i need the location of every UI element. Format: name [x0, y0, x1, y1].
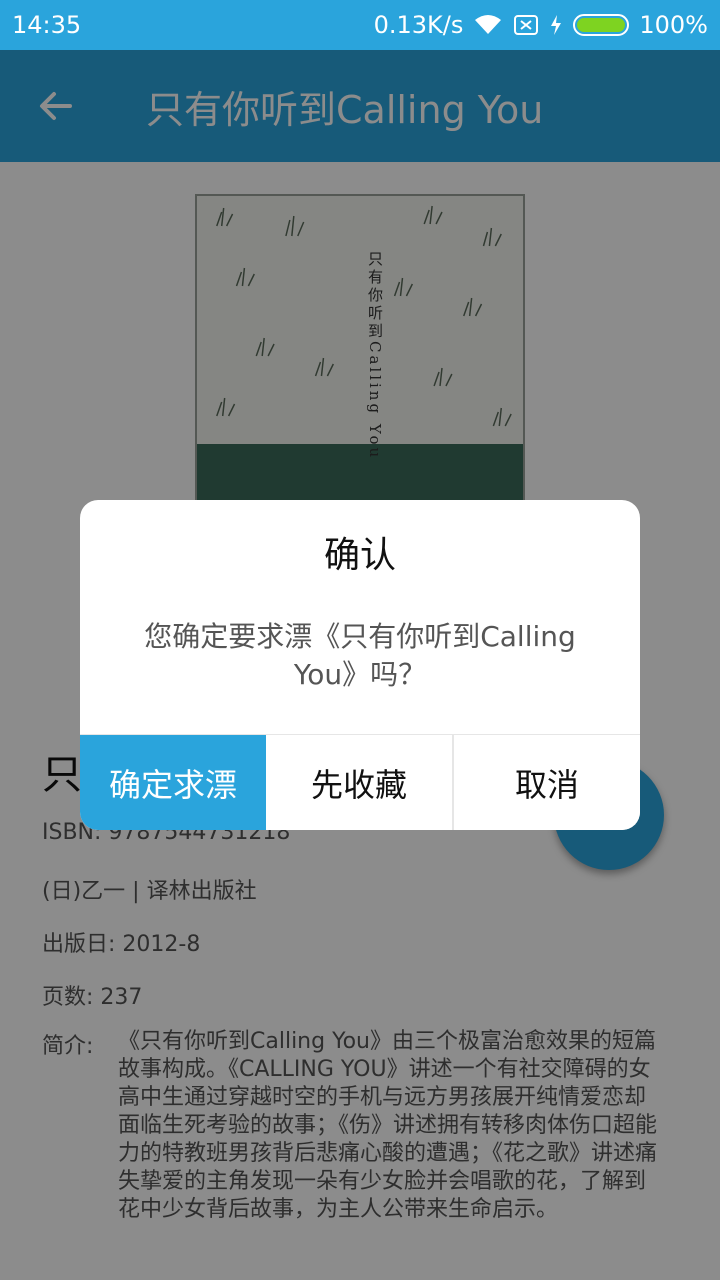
- dialog-button-row: 确定求漂 先收藏 取消: [80, 734, 640, 830]
- cancel-button[interactable]: 取消: [454, 735, 640, 830]
- collect-first-button[interactable]: 先收藏: [266, 735, 454, 830]
- confirm-drift-button[interactable]: 确定求漂: [80, 735, 266, 830]
- charging-icon: [551, 15, 562, 35]
- no-sim-icon: [514, 15, 539, 35]
- wifi-icon: [475, 15, 502, 34]
- status-right: 0.13K/s 100%: [374, 11, 708, 39]
- confirm-dialog: 确认 您确定要求漂《只有你听到Calling You》吗？ 确定求漂 先收藏 取…: [80, 500, 640, 830]
- battery-percent: 100%: [639, 11, 708, 39]
- battery-fill: [577, 18, 626, 32]
- status-time: 14:35: [12, 11, 82, 39]
- dialog-title: 确认: [323, 535, 396, 576]
- status-bar: 14:35 0.13K/s 100%: [0, 0, 720, 50]
- network-speed: 0.13K/s: [373, 11, 464, 39]
- battery-icon: [573, 14, 630, 36]
- dialog-message: 您确定要求漂《只有你听到Calling You》吗？: [144, 620, 576, 691]
